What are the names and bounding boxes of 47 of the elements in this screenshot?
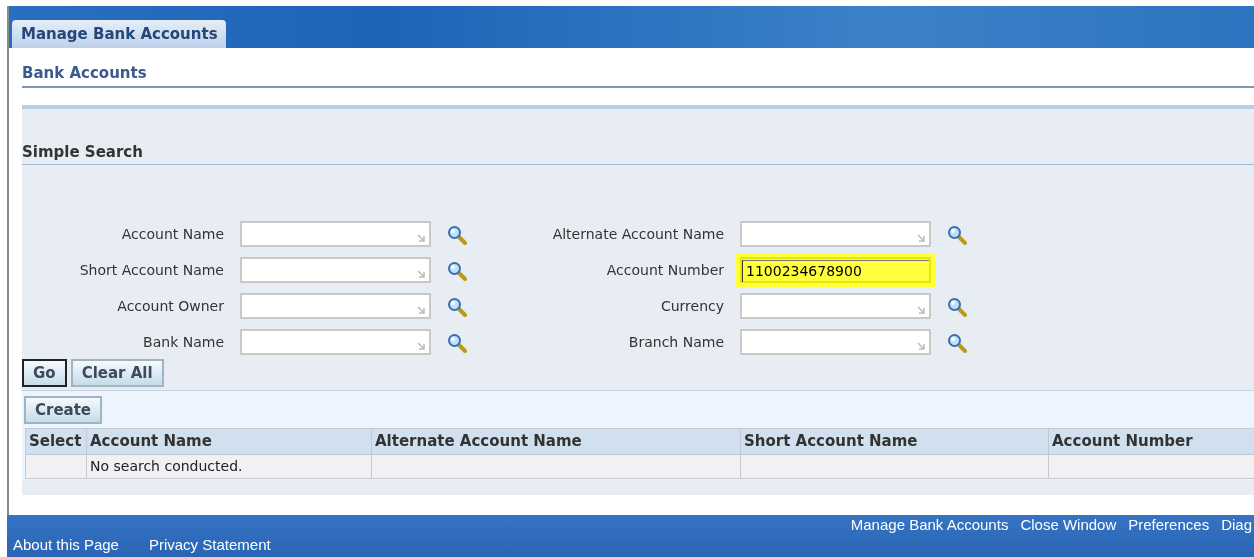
resize-corner-icon <box>416 305 426 315</box>
search-icon[interactable] <box>947 332 967 353</box>
go-button[interactable]: Go <box>22 359 67 387</box>
footer-link[interactable]: About this Page <box>13 536 119 554</box>
tab[interactable]: Manage Bank Accounts <box>12 20 226 48</box>
resize-corner-icon <box>416 341 426 351</box>
clear-button[interactable]: Clear All <box>70 359 164 387</box>
text-field[interactable] <box>240 293 431 319</box>
search-icon[interactable] <box>447 224 467 245</box>
text-field[interactable] <box>740 293 931 319</box>
search-icon[interactable] <box>447 260 467 281</box>
search-icon[interactable] <box>947 224 967 245</box>
field-label: Short Account Name <box>78 260 224 280</box>
column-header[interactable]: Alternate Account Name <box>371 428 741 455</box>
footer-link[interactable]: Manage Bank Accounts <box>850 516 1009 534</box>
footer-link[interactable]: Preferences <box>1128 516 1210 534</box>
text-field[interactable] <box>240 257 431 283</box>
column-header[interactable]: Account Number <box>1048 428 1254 455</box>
create-button[interactable]: Create <box>24 396 103 424</box>
resize-corner-icon <box>416 269 426 279</box>
text-field[interactable] <box>240 329 431 355</box>
text-field[interactable] <box>740 221 931 247</box>
field-label: Account Number <box>605 260 724 280</box>
text-field[interactable] <box>740 329 931 355</box>
column-header[interactable]: Select <box>25 428 87 455</box>
footer-link[interactable]: Diag <box>1221 516 1252 534</box>
resize-corner-icon <box>916 341 926 351</box>
field-label: Account Name <box>120 224 224 244</box>
search-icon[interactable] <box>947 296 967 317</box>
field-label: Alternate Account Name <box>551 224 724 244</box>
resize-corner-icon <box>916 305 926 315</box>
field-label: Currency <box>659 296 724 316</box>
page-title: Bank Accounts <box>22 62 1254 88</box>
column-header[interactable]: Account Name <box>86 428 372 455</box>
field-label: Bank Name <box>142 332 224 352</box>
field-label: Branch Name <box>627 332 724 352</box>
resize-corner-icon <box>416 233 426 243</box>
table-cell: No search conducted. <box>86 454 372 479</box>
footer-link[interactable]: Close Window <box>1020 516 1117 534</box>
field-label: Account Owner <box>116 296 224 316</box>
column-header[interactable]: Short Account Name <box>740 428 1049 455</box>
text-field[interactable] <box>240 221 431 247</box>
search-icon[interactable] <box>447 296 467 317</box>
footer-link[interactable]: Privacy Statement <box>148 536 271 554</box>
search-icon[interactable] <box>447 332 467 353</box>
resize-corner-icon <box>916 233 926 243</box>
section-title: Simple Search <box>22 140 1254 165</box>
